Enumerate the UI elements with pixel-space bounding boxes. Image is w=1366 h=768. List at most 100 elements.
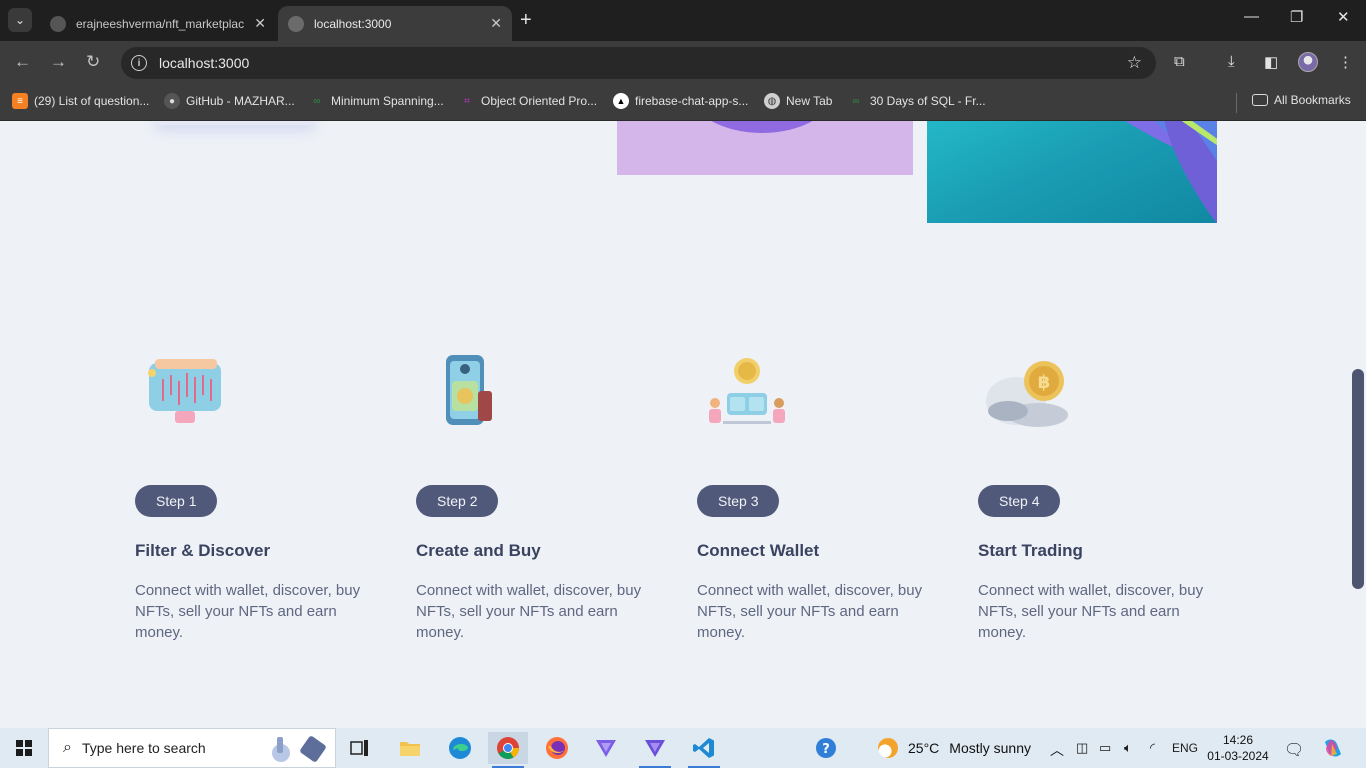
search-icon: ⌕	[63, 739, 72, 756]
nft-artwork-purple[interactable]	[617, 121, 913, 175]
bookmark-label: Minimum Spanning...	[331, 94, 444, 108]
chrome-icon[interactable]	[488, 732, 528, 768]
tab-close-icon[interactable]: ✕	[490, 15, 502, 32]
geeksforgeeks-icon: ∞	[852, 95, 860, 107]
reload-icon[interactable]: ↻	[86, 52, 100, 72]
step-title: Create and Buy	[416, 541, 541, 560]
step-title: Connect Wallet	[697, 541, 820, 560]
stackoverflow-icon: ≡	[12, 93, 28, 109]
meet-camera-icon[interactable]: ◫	[1076, 740, 1088, 756]
windows-taskbar: ⌕ Type here to search ? 25°C Mostly sunn…	[0, 728, 1366, 768]
notification-icon[interactable]: 🗨︎	[1284, 740, 1304, 760]
step-badge: Step 2	[416, 485, 499, 517]
address-url[interactable]: localhost:3000	[159, 55, 249, 71]
github-favicon-icon	[50, 15, 66, 32]
back-arrow-icon[interactable]: ←	[14, 52, 31, 72]
bookmark-item[interactable]: ⌗ Object Oriented Pro...	[459, 93, 597, 109]
new-tab-plus-icon[interactable]: +	[520, 10, 532, 30]
menu-kebab-icon[interactable]: ⋮	[1338, 53, 1353, 71]
bookmark-item[interactable]: ▲ firebase-chat-app-s...	[613, 93, 748, 109]
clock[interactable]: 14:26 01-03-2024	[1206, 732, 1270, 764]
file-explorer-icon[interactable]	[390, 732, 430, 764]
forward-arrow-icon[interactable]: →	[50, 52, 67, 72]
download-icon[interactable]: ⤓	[1228, 53, 1235, 70]
profile-avatar[interactable]	[1298, 52, 1318, 72]
tab-title: localhost:3000	[314, 16, 392, 31]
vscode-icon[interactable]	[684, 732, 724, 768]
partly-sunny-icon	[878, 738, 898, 758]
tab-close-icon[interactable]: ✕	[254, 15, 266, 32]
bookmark-item[interactable]: ∞ Minimum Spanning...	[309, 93, 444, 109]
scrollbar-thumb[interactable]	[1352, 369, 1364, 589]
minimize-icon[interactable]: —	[1244, 8, 1259, 25]
windows-start-icon[interactable]	[16, 740, 32, 756]
search-placeholder: Type here to search	[81, 740, 206, 756]
github-icon: ●	[164, 93, 180, 109]
extensions-puzzle-icon[interactable]: ⧉	[1174, 53, 1185, 70]
vercel-icon: ▲	[613, 93, 629, 109]
code-icon: ⌗	[464, 95, 470, 107]
copilot-icon[interactable]	[1322, 738, 1344, 758]
globe-favicon-icon	[288, 15, 304, 32]
svg-text:?: ?	[822, 742, 830, 757]
app-triangle-icon-2[interactable]	[635, 732, 675, 768]
app-triangle-icon[interactable]	[586, 732, 626, 764]
help-icon[interactable]: ?	[806, 732, 846, 764]
tray-chevron-up-icon[interactable]: ︿	[1050, 740, 1064, 760]
window-close-icon[interactable]: ✕	[1337, 8, 1350, 26]
bookmark-star-icon[interactable]: ☆	[1127, 53, 1142, 73]
geeksforgeeks-icon: ∞	[313, 95, 321, 107]
browser-toolbar: ← → ↻ i localhost:3000 ☆ ⧉ ⤓ ◧ ⋮	[0, 41, 1366, 85]
task-view-icon[interactable]	[340, 732, 380, 764]
tab-title: erajneeshverma/nft_marketplace	[76, 16, 244, 31]
all-bookmarks[interactable]: All Bookmarks	[1252, 93, 1351, 107]
side-panel-icon[interactable]: ◧	[1264, 53, 1278, 71]
bookmarks-bar: ≡ (29) List of question... ● GitHub - MA…	[0, 85, 1366, 121]
volume-icon[interactable]: 🔈︎	[1124, 740, 1132, 756]
language-indicator[interactable]: ENG	[1172, 741, 1198, 755]
clock-time: 14:26	[1222, 733, 1254, 747]
edge-icon[interactable]	[440, 732, 480, 764]
phone-card-icon	[446, 355, 492, 425]
all-bookmarks-label: All Bookmarks	[1274, 93, 1351, 107]
site-info-icon[interactable]: i	[131, 55, 147, 71]
browser-tab-github[interactable]: erajneeshverma/nft_marketplace ✕	[40, 6, 276, 41]
meeting-coin-icon	[709, 358, 785, 424]
weather-temperature: 25°C	[908, 740, 940, 756]
tab-search-chevron-icon[interactable]: ⌄	[8, 8, 32, 32]
nft-artwork-wave[interactable]	[927, 121, 1217, 223]
step-title: Filter & Discover	[135, 541, 271, 560]
step-description: Connect with wallet, discover, buy NFTs,…	[416, 582, 642, 641]
bookmark-label: Object Oriented Pro...	[481, 94, 598, 108]
bookmark-item[interactable]: ◍ New Tab	[764, 93, 832, 109]
page-content: Step 1 Filter & Discover Connect with wa…	[0, 121, 1366, 728]
taskbar-search-box[interactable]: ⌕ Type here to search	[48, 728, 336, 768]
firefox-icon[interactable]	[537, 732, 577, 764]
address-bar[interactable]: i localhost:3000 ☆	[121, 47, 1156, 79]
battery-icon[interactable]: ▭	[1099, 740, 1111, 756]
step-description: Connect with wallet, discover, buy NFTs,…	[135, 582, 361, 641]
step-description: Connect with wallet, discover, buy NFTs,…	[697, 582, 923, 641]
bookmark-label: GitHub - MAZHAR...	[186, 94, 295, 108]
bookmarks-separator	[1236, 93, 1237, 113]
bookmark-item[interactable]: ≡ (29) List of question...	[12, 93, 149, 109]
step-title: Start Trading	[978, 541, 1083, 560]
bookmark-item[interactable]: ∞ 30 Days of SQL - Fr...	[848, 93, 985, 109]
chart-monitor-icon	[148, 359, 221, 423]
bookmark-item[interactable]: ● GitHub - MAZHAR...	[164, 93, 295, 109]
wifi-icon[interactable]: ◜	[1150, 740, 1155, 756]
step-badge: Step 4	[978, 485, 1061, 517]
restore-icon[interactable]: ❐	[1290, 8, 1303, 26]
weather-description: Mostly sunny	[949, 740, 1031, 756]
hero-button-shadow	[155, 121, 315, 125]
step-description: Connect with wallet, discover, buy NFTs,…	[978, 582, 1204, 641]
bookmark-label: (29) List of question...	[34, 94, 150, 108]
weather-widget[interactable]: 25°C Mostly sunny	[878, 738, 1031, 758]
search-highlight-icon	[272, 736, 326, 762]
bookmark-label: New Tab	[786, 94, 833, 108]
clock-date: 01-03-2024	[1207, 749, 1269, 763]
browser-tab-strip: ⌄ erajneeshverma/nft_marketplace ✕ local…	[0, 0, 1366, 41]
step-badge: Step 3	[697, 485, 780, 517]
browser-tab-localhost[interactable]: localhost:3000 ✕	[278, 6, 512, 41]
step-badge: Step 1	[135, 485, 218, 517]
